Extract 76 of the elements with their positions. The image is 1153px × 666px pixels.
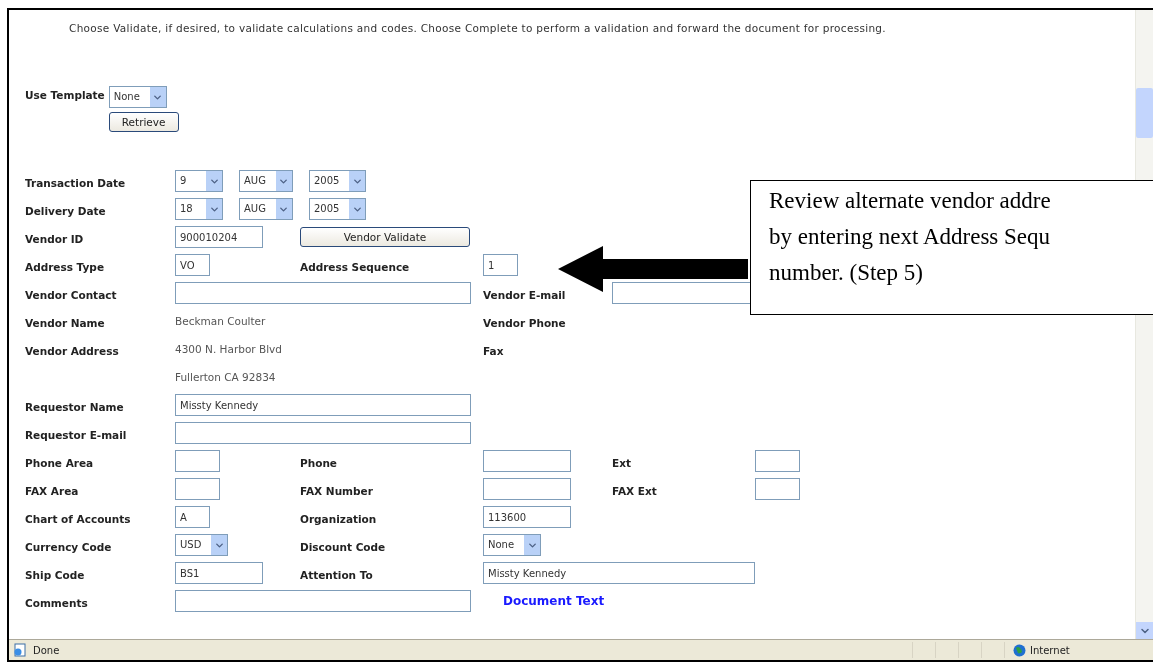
zone-text: Internet bbox=[1030, 644, 1070, 656]
field-label: Vendor E-mail bbox=[483, 287, 566, 301]
chevron-down-icon bbox=[349, 199, 366, 219]
text-field[interactable]: BS1 bbox=[175, 562, 263, 584]
field-label: Ship Code bbox=[25, 567, 85, 581]
field-label: Delivery Date bbox=[25, 203, 106, 217]
text-field[interactable] bbox=[175, 422, 471, 444]
field-label: FAX Area bbox=[25, 483, 79, 497]
text-field[interactable]: Missty Kennedy bbox=[483, 562, 755, 584]
text-field[interactable] bbox=[483, 450, 571, 472]
chevron-down-icon bbox=[211, 535, 228, 555]
chevron-down-icon bbox=[524, 535, 541, 555]
field-label: Requestor Name bbox=[25, 399, 124, 413]
chevron-down-icon bbox=[275, 199, 292, 219]
field-label: Vendor Contact bbox=[25, 287, 117, 301]
text-field[interactable]: 900010204 bbox=[175, 226, 263, 248]
field-label: Attention To bbox=[300, 567, 373, 581]
dropdown[interactable]: None bbox=[108, 86, 167, 108]
text-field[interactable] bbox=[175, 450, 220, 472]
instructions-text: Choose Validate, if desired, to validate calculations and codes. Choose Complete to perform a validation and forward the document for processing. bbox=[69, 21, 887, 36]
text-field[interactable] bbox=[175, 478, 220, 500]
retrieve-button[interactable]: Retrieve bbox=[108, 112, 179, 132]
field-label: Address Sequence bbox=[300, 259, 410, 273]
text-field[interactable] bbox=[175, 590, 471, 612]
text-field[interactable]: Missty Kennedy bbox=[175, 394, 471, 416]
globe-icon bbox=[1013, 643, 1026, 657]
field-label: Phone Area bbox=[25, 455, 94, 469]
chevron-down-icon bbox=[275, 171, 292, 191]
text-field[interactable]: 113600 bbox=[483, 506, 571, 528]
field-label: Requestor E-mail bbox=[25, 427, 127, 441]
field-label: FAX Ext bbox=[612, 483, 657, 497]
field-label: Currency Code bbox=[25, 539, 112, 553]
field-label: Use Template bbox=[25, 88, 105, 101]
field-label: Chart of Accounts bbox=[25, 511, 131, 525]
text-field[interactable]: VO bbox=[175, 254, 210, 276]
dropdown[interactable]: USD bbox=[175, 534, 229, 556]
vendor-validate-button[interactable]: Vendor Validate bbox=[300, 227, 470, 247]
field-value: 4300 N. Harbor Blvd bbox=[175, 343, 282, 355]
field-label: Phone bbox=[300, 455, 337, 469]
field-label: Discount Code bbox=[300, 539, 386, 553]
text-field[interactable] bbox=[755, 478, 800, 500]
field-label: Transaction Date bbox=[25, 175, 126, 189]
document-text-link[interactable]: Document Text bbox=[503, 594, 605, 608]
status-text: Done bbox=[33, 644, 60, 656]
chevron-down-icon bbox=[149, 87, 166, 107]
scrollbar-thumb[interactable] bbox=[1136, 88, 1153, 138]
field-label: Organization bbox=[300, 511, 377, 525]
field-label: Ext bbox=[612, 455, 631, 469]
field-label: Vendor Address bbox=[25, 343, 119, 357]
dropdown[interactable]: 2005 bbox=[308, 170, 367, 192]
dropdown[interactable]: AUG bbox=[239, 170, 293, 192]
field-label: Vendor Phone bbox=[483, 315, 566, 329]
scroll-down-icon[interactable] bbox=[1136, 622, 1153, 639]
text-field[interactable] bbox=[175, 282, 471, 304]
chevron-down-icon bbox=[349, 171, 366, 191]
field-label: Vendor Name bbox=[25, 315, 105, 329]
dropdown[interactable]: 2005 bbox=[308, 198, 367, 220]
chevron-down-icon bbox=[206, 171, 222, 191]
text-field[interactable] bbox=[483, 478, 571, 500]
dropdown[interactable]: 9 bbox=[175, 170, 223, 192]
field-value: Fullerton CA 92834 bbox=[175, 371, 276, 383]
field-label: Fax bbox=[483, 343, 504, 357]
text-field[interactable]: A bbox=[175, 506, 210, 528]
text-field[interactable]: 1 bbox=[483, 254, 518, 276]
page-icon bbox=[13, 643, 27, 657]
field-label: FAX Number bbox=[300, 483, 373, 497]
field-label: Comments bbox=[25, 595, 88, 609]
field-label: Vendor ID bbox=[25, 231, 84, 245]
dropdown[interactable]: None bbox=[483, 534, 542, 556]
callout-text: Review alternate vendor addre by entering next Address Sequ number. (Step 5) bbox=[769, 187, 1051, 287]
field-label: Address Type bbox=[25, 259, 104, 273]
dropdown[interactable]: AUG bbox=[239, 198, 293, 220]
field-value: Beckman Coulter bbox=[175, 315, 266, 327]
dropdown[interactable]: 18 bbox=[175, 198, 223, 220]
text-field[interactable] bbox=[755, 450, 800, 472]
chevron-down-icon bbox=[206, 199, 222, 219]
